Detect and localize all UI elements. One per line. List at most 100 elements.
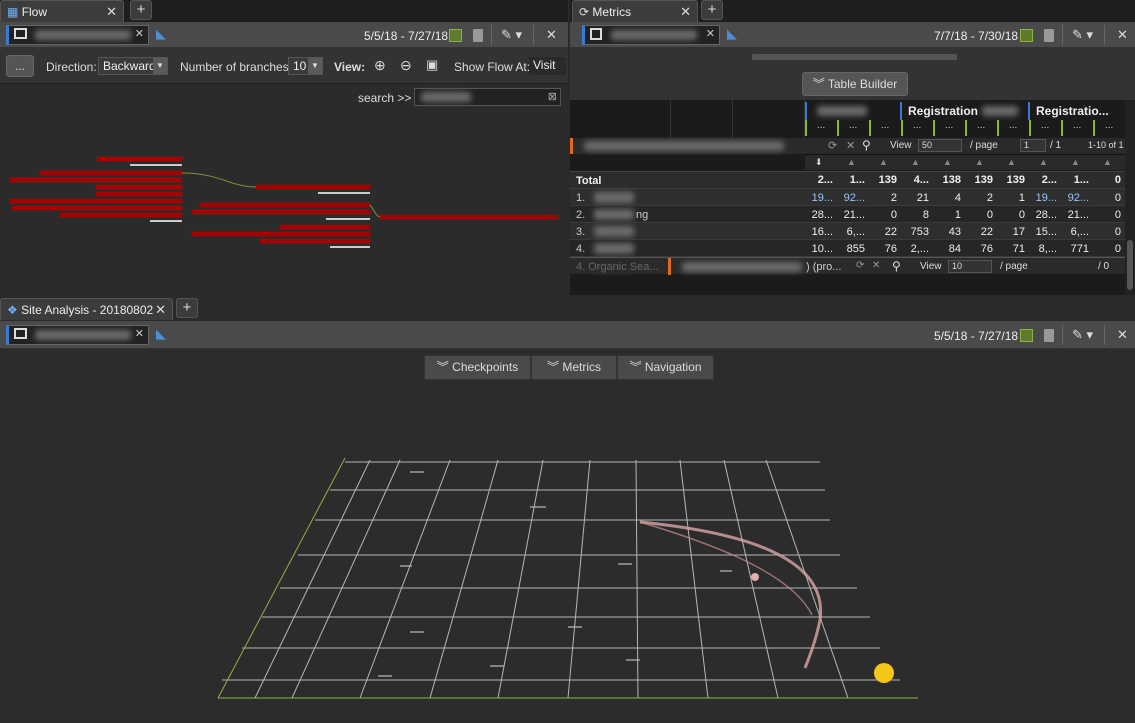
fullscreen-icon[interactable]: ▣ xyxy=(426,57,438,73)
tab-flow[interactable]: ▦ Flow ✕ xyxy=(0,0,124,22)
add-tab-button[interactable]: + xyxy=(701,0,723,20)
refresh-icon[interactable]: ⟳ xyxy=(856,260,864,271)
navigation-button[interactable]: ︾ Navigation xyxy=(617,355,714,380)
refresh-icon[interactable]: ⟳ xyxy=(828,139,837,152)
flow-node[interactable] xyxy=(95,184,183,190)
calendar-icon[interactable] xyxy=(1020,329,1033,342)
zoom-in-icon[interactable]: ⊕ xyxy=(374,57,386,74)
site-date-range[interactable]: 5/5/18 - 7/27/18 xyxy=(934,329,1018,343)
close-icon[interactable]: ✕ xyxy=(846,139,855,152)
clear-segment-icon[interactable]: ✕ xyxy=(135,327,144,340)
branches-select[interactable]: 10 ▼ xyxy=(288,57,323,75)
table-row[interactable]: 2. ng 28... 21... 0 8 1 0 0 28... 21... 0 xyxy=(570,205,1125,222)
tab-site-analysis[interactable]: ❖ Site Analysis - 20180802 ✕ xyxy=(0,298,173,320)
search-icon[interactable]: ⚲ xyxy=(892,259,901,273)
flow-node[interactable] xyxy=(97,156,183,162)
close-tab-icon[interactable]: ✕ xyxy=(106,4,117,20)
flow-node[interactable] xyxy=(191,209,371,215)
segment-dropzone[interactable]: ✕ xyxy=(6,25,149,45)
trash-icon[interactable] xyxy=(473,29,483,42)
highlighted-page-node[interactable] xyxy=(874,663,894,683)
table-row[interactable]: 1. 19... 92... 2 21 4 2 1 19... 92... 0 xyxy=(570,188,1125,205)
sort-desc-icon[interactable]: ⬇ xyxy=(815,157,823,168)
collapsed-panel-handle[interactable] xyxy=(752,54,957,60)
close-tab-icon[interactable]: ✕ xyxy=(155,302,166,318)
breakdown-label[interactable]: 4. Organic Sea... xyxy=(576,261,659,273)
sort-icon[interactable]: ▲ xyxy=(1039,157,1048,167)
more-options-button[interactable]: ... xyxy=(6,55,34,77)
clear-segment-icon[interactable]: ✕ xyxy=(135,27,144,40)
sort-icon[interactable]: ▲ xyxy=(847,157,856,167)
wrench-icon[interactable]: ✎ ▾ xyxy=(501,27,522,43)
sort-icon[interactable]: ▲ xyxy=(911,157,920,167)
column-menu[interactable]: ... xyxy=(1029,120,1059,136)
flow-node[interactable] xyxy=(59,212,183,218)
segment-dropzone[interactable]: ✕ xyxy=(582,25,720,45)
column-menu[interactable]: ... xyxy=(933,120,963,136)
column-menu[interactable]: ... xyxy=(805,120,835,136)
page-select[interactable]: 1 xyxy=(1020,139,1046,152)
page-node[interactable] xyxy=(751,573,759,581)
rows-per-page-select[interactable]: 50 xyxy=(918,139,962,152)
sort-icon[interactable]: ▲ xyxy=(1071,157,1080,167)
column-menu[interactable]: ... xyxy=(965,120,995,136)
filter-icon[interactable]: ◣ xyxy=(156,326,166,342)
flow-node[interactable] xyxy=(95,191,183,197)
column-menu[interactable]: ... xyxy=(837,120,867,136)
close-tab-icon[interactable]: ✕ xyxy=(680,4,691,20)
clear-search-icon[interactable]: ⊠ xyxy=(548,90,557,103)
show-flow-select[interactable]: Visit xyxy=(529,57,566,75)
tab-metrics[interactable]: ⟳ Metrics ✕ xyxy=(572,0,698,22)
column-header[interactable] xyxy=(805,102,900,120)
clear-segment-icon[interactable]: ✕ xyxy=(706,27,715,40)
flow-node[interactable] xyxy=(255,184,371,190)
flow-node[interactable] xyxy=(39,170,183,176)
sort-icon[interactable]: ▲ xyxy=(975,157,984,167)
checkpoints-button[interactable]: ︾ Checkpoints xyxy=(424,355,531,380)
filter-icon[interactable]: ◣ xyxy=(156,26,166,42)
column-menu[interactable]: ... xyxy=(901,120,931,136)
column-menu[interactable]: ... xyxy=(1093,120,1123,136)
column-menu[interactable]: ... xyxy=(869,120,899,136)
direction-select[interactable]: Backward ▼ xyxy=(98,57,168,75)
search-icon[interactable]: ⚲ xyxy=(862,138,871,152)
add-tab-button[interactable]: + xyxy=(130,0,152,20)
flow-node[interactable] xyxy=(199,202,371,208)
sort-icon[interactable]: ▲ xyxy=(943,157,952,167)
metrics-date-range[interactable]: 7/7/18 - 7/30/18 xyxy=(934,29,1018,43)
flow-node[interactable] xyxy=(279,224,371,230)
table-row[interactable]: 4. 10... 855 76 2,... 84 76 71 8,... 771 0 xyxy=(570,239,1125,256)
flow-node[interactable] xyxy=(11,205,183,211)
flow-node[interactable] xyxy=(9,198,183,204)
close-panel-icon[interactable]: ✕ xyxy=(1117,27,1128,43)
close-icon[interactable]: ✕ xyxy=(872,260,880,271)
flow-date-range[interactable]: 5/5/18 - 7/27/18 xyxy=(364,29,448,43)
trash-icon[interactable] xyxy=(1044,29,1054,42)
sort-icon[interactable]: ▲ xyxy=(879,157,888,167)
column-menu[interactable]: ... xyxy=(1061,120,1091,136)
calendar-icon[interactable] xyxy=(449,29,462,42)
segment-dropzone[interactable]: ✕ xyxy=(6,325,149,345)
add-tab-button[interactable]: + xyxy=(176,298,198,318)
trash-icon[interactable] xyxy=(1044,329,1054,342)
table-scrollbar[interactable] xyxy=(1125,100,1135,295)
column-header-registration-2[interactable]: Registratio... xyxy=(1028,102,1123,120)
flow-node[interactable] xyxy=(9,177,183,183)
calendar-icon[interactable] xyxy=(1020,29,1033,42)
flow-node[interactable] xyxy=(379,214,559,220)
sort-icon[interactable]: ▲ xyxy=(1103,157,1112,167)
sort-icon[interactable]: ▲ xyxy=(1007,157,1016,167)
wrench-icon[interactable]: ✎ ▾ xyxy=(1072,327,1093,343)
3d-site-visualization[interactable] xyxy=(0,380,1135,723)
table-row[interactable]: 3. 16... 6,... 22 753 43 22 17 15... 6,... 0 xyxy=(570,222,1125,239)
wrench-icon[interactable]: ✎ ▾ xyxy=(1072,27,1093,43)
metrics-button[interactable]: ︾ Metrics xyxy=(531,355,617,380)
column-menu[interactable]: ... xyxy=(997,120,1027,136)
scrollbar-thumb[interactable] xyxy=(1127,240,1133,290)
close-panel-icon[interactable]: ✕ xyxy=(546,27,557,43)
close-panel-icon[interactable]: ✕ xyxy=(1117,327,1128,343)
flow-node[interactable] xyxy=(259,238,371,244)
zoom-out-icon[interactable]: ⊖ xyxy=(400,57,412,74)
table-builder-button[interactable]: ︾ Table Builder xyxy=(802,72,908,96)
search-input[interactable]: ⊠ xyxy=(414,88,561,106)
